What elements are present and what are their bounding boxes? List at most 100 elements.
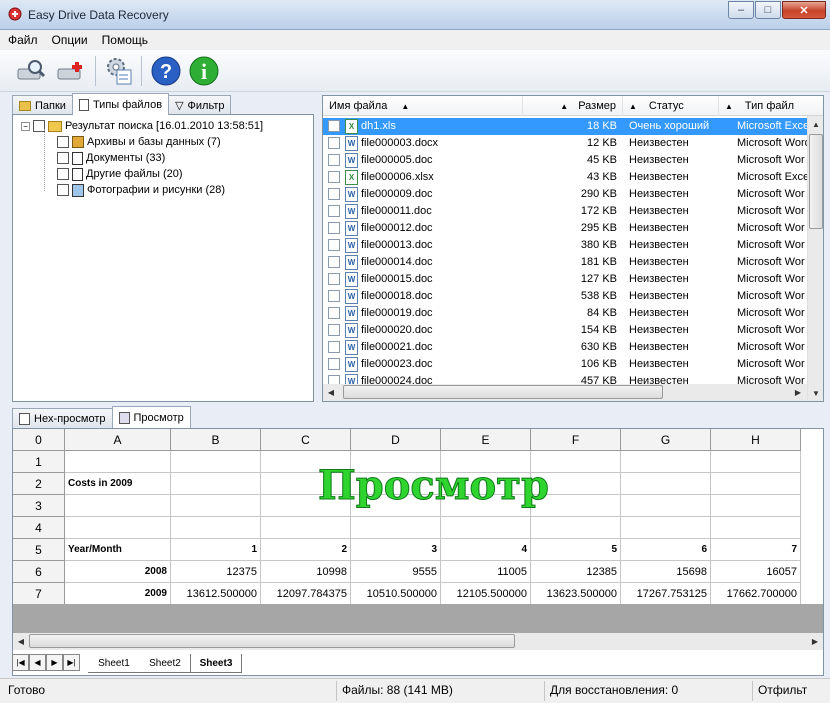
info-button[interactable]: i: [187, 54, 221, 88]
sheet-next-button[interactable]: ▶: [46, 654, 63, 671]
file-row[interactable]: Wfile000021.doc 630 KB Неизвестен Microsoft…: [323, 339, 807, 356]
row-checkbox[interactable]: [328, 256, 340, 268]
sheet-cell[interactable]: 13623.500000: [531, 583, 621, 605]
sheet-cell[interactable]: 11005: [441, 561, 531, 583]
sheet-prev-button[interactable]: ◀: [29, 654, 46, 671]
sheet-cell[interactable]: 16057: [711, 561, 801, 583]
sheet-cell[interactable]: [441, 517, 531, 539]
row-checkbox[interactable]: [328, 290, 340, 302]
row-checkbox[interactable]: [328, 239, 340, 251]
scroll-left-arrow[interactable]: ◀: [323, 384, 339, 401]
menu-file[interactable]: Файл: [8, 33, 38, 47]
sheet-cell[interactable]: [711, 517, 801, 539]
row-checkbox[interactable]: [328, 273, 340, 285]
settings-button[interactable]: [102, 54, 136, 88]
column-header[interactable]: F: [531, 429, 621, 451]
tree-checkbox[interactable]: [57, 136, 69, 148]
tree-checkbox[interactable]: [57, 168, 69, 180]
sheet-cell[interactable]: 2009: [65, 583, 171, 605]
hscroll-thumb[interactable]: [29, 634, 515, 648]
file-row[interactable]: Wfile000011.doc 172 KB Неизвестен Microsoft…: [323, 203, 807, 220]
tree-item-archives[interactable]: Архивы и базы данных (7): [57, 134, 221, 150]
file-row[interactable]: Xfile000006.xlsx 43 KB Неизвестен Microsoft…: [323, 169, 807, 186]
column-status[interactable]: ▲ Статус: [623, 96, 719, 116]
sheet-cell[interactable]: 10998: [261, 561, 351, 583]
sheet-cell[interactable]: [171, 451, 261, 473]
sheet-cell[interactable]: 12375: [171, 561, 261, 583]
sheet-cell[interactable]: 12097.784375: [261, 583, 351, 605]
row-checkbox[interactable]: [328, 171, 340, 183]
tree-root[interactable]: − Результат поиска [16.01.2010 13:58:51]: [21, 118, 263, 134]
row-checkbox[interactable]: [328, 222, 340, 234]
scroll-down-arrow[interactable]: ▼: [808, 385, 823, 401]
sheet-cell[interactable]: 10510.500000: [351, 583, 441, 605]
tree-checkbox[interactable]: [57, 152, 69, 164]
sheet-cell[interactable]: 15698: [621, 561, 711, 583]
sheet-cell[interactable]: [171, 517, 261, 539]
file-row[interactable]: Wfile000018.doc 538 KB Неизвестен Microsoft…: [323, 288, 807, 305]
sheet-cell[interactable]: 17267.753125: [621, 583, 711, 605]
search-disk-button[interactable]: [14, 54, 48, 88]
sheet-cell[interactable]: 2008: [65, 561, 171, 583]
row-checkbox[interactable]: [328, 137, 340, 149]
sheet-cell[interactable]: [65, 495, 171, 517]
file-row[interactable]: Wfile000009.doc 290 KB Неизвестен Microsoft…: [323, 186, 807, 203]
tab-hex-view[interactable]: Hex-просмотр: [12, 408, 113, 428]
sheet-cell[interactable]: [65, 517, 171, 539]
minimize-button[interactable]: –: [728, 1, 754, 19]
sheet-cell[interactable]: [531, 517, 621, 539]
row-header[interactable]: 4: [13, 517, 65, 539]
tab-filter[interactable]: ▽ Фильтр: [168, 95, 232, 115]
sheet-hscrollbar[interactable]: ◀ ▶: [13, 633, 823, 650]
sheet-last-button[interactable]: ▶|: [63, 654, 80, 671]
file-row[interactable]: Xdh1.xls 18 KB Очень хороший Microsoft Exce: [323, 118, 807, 135]
sheet-cell[interactable]: 5: [531, 539, 621, 561]
row-header[interactable]: 1: [13, 451, 65, 473]
sheet-cell[interactable]: 6: [621, 539, 711, 561]
column-size[interactable]: ▲ Размер: [523, 96, 623, 116]
file-row[interactable]: Wfile000014.doc 181 KB Неизвестен Microsoft…: [323, 254, 807, 271]
sheet-cell[interactable]: [621, 495, 711, 517]
sheet-cell[interactable]: 3: [351, 539, 441, 561]
file-row[interactable]: Wfile000015.doc 127 KB Неизвестен Microsoft…: [323, 271, 807, 288]
sheet-cell[interactable]: Costs in 2009: [65, 473, 171, 495]
column-header[interactable]: H: [711, 429, 801, 451]
scroll-right-arrow[interactable]: ▶: [790, 384, 806, 401]
scroll-up-arrow[interactable]: ▲: [808, 116, 823, 133]
sheet-cell[interactable]: [621, 451, 711, 473]
sheet-cell[interactable]: 4: [441, 539, 531, 561]
tree-item-other[interactable]: Другие файлы (20): [57, 166, 183, 182]
row-header[interactable]: 7: [13, 583, 65, 605]
file-row[interactable]: Wfile000023.doc 106 KB Неизвестен Microsoft…: [323, 356, 807, 373]
file-row[interactable]: Wfile000005.doc 45 KB Неизвестен Microsoft …: [323, 152, 807, 169]
scroll-left-arrow[interactable]: ◀: [13, 633, 29, 650]
row-header[interactable]: 5: [13, 539, 65, 561]
row-checkbox[interactable]: [328, 205, 340, 217]
row-header[interactable]: 6: [13, 561, 65, 583]
file-row[interactable]: Wfile000003.docx 12 KB Неизвестен Microsoft…: [323, 135, 807, 152]
column-header[interactable]: B: [171, 429, 261, 451]
sheet-cell[interactable]: [65, 451, 171, 473]
sheet-cell[interactable]: [711, 473, 801, 495]
tree-item-photos[interactable]: Фотографии и рисунки (28): [57, 182, 225, 198]
sheet-cell[interactable]: 7: [711, 539, 801, 561]
file-row[interactable]: Wfile000020.doc 154 KB Неизвестен Microsoft…: [323, 322, 807, 339]
sheet-cell[interactable]: [261, 517, 351, 539]
tree-item-documents[interactable]: Документы (33): [57, 150, 165, 166]
row-checkbox[interactable]: [328, 307, 340, 319]
sheet-tab-3-active[interactable]: Sheet3: [190, 654, 242, 673]
column-header[interactable]: G: [621, 429, 711, 451]
row-checkbox[interactable]: [328, 154, 340, 166]
sheet-cell[interactable]: 1: [171, 539, 261, 561]
sheet-cell[interactable]: 9555: [351, 561, 441, 583]
sheet-cell[interactable]: [171, 473, 261, 495]
sheet-tab-2[interactable]: Sheet2: [140, 654, 190, 673]
hscroll-thumb[interactable]: [343, 385, 663, 399]
column-type[interactable]: ▲ Тип файл: [719, 96, 823, 116]
file-row[interactable]: Wfile000019.doc 84 KB Неизвестен Microsoft …: [323, 305, 807, 322]
scroll-right-arrow[interactable]: ▶: [807, 633, 823, 650]
file-list-hscrollbar[interactable]: ◀ ▶: [323, 384, 807, 401]
sheet-cell[interactable]: [621, 473, 711, 495]
file-row[interactable]: Wfile000012.doc 295 KB Неизвестен Microsoft…: [323, 220, 807, 237]
sheet-cell[interactable]: 12385: [531, 561, 621, 583]
